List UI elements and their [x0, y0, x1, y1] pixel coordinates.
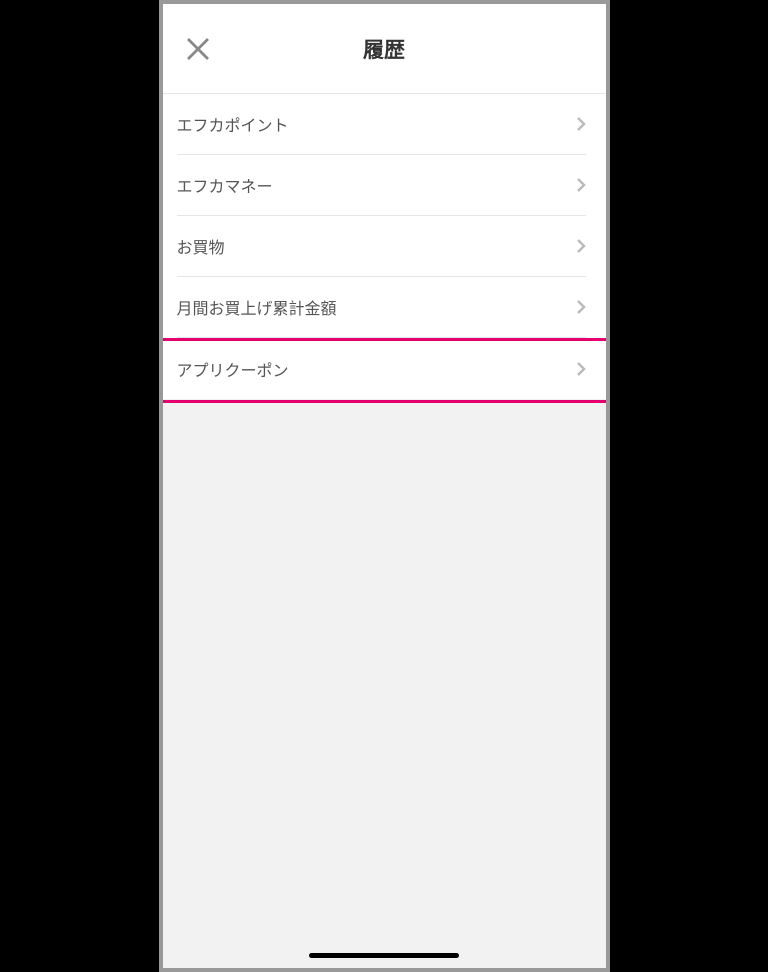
list-item-label: お買物	[177, 234, 225, 258]
chevron-right-icon	[576, 177, 586, 193]
list-item-monthly-total[interactable]: 月間お買上げ累計金額	[163, 277, 606, 338]
list-item-label: エフカポイント	[177, 112, 289, 136]
list-item-label: アプリクーポン	[177, 357, 289, 381]
list-item-efuka-money[interactable]: エフカマネー	[163, 155, 606, 216]
chevron-right-icon	[576, 299, 586, 315]
chevron-right-icon	[576, 238, 586, 254]
list-item-label: 月間お買上げ累計金額	[177, 295, 337, 319]
phone-screen: 履歴 エフカポイント エフカマネー	[163, 4, 606, 968]
list-item-app-coupon[interactable]: アプリクーポン	[163, 338, 606, 399]
page-title: 履歴	[363, 34, 405, 64]
chevron-right-icon	[576, 116, 586, 132]
list-item-shopping[interactable]: お買物	[163, 216, 606, 277]
phone-frame: 履歴 エフカポイント エフカマネー	[159, 0, 610, 972]
list-item-label: エフカマネー	[177, 173, 273, 197]
home-indicator[interactable]	[309, 953, 459, 958]
list-item-efuka-point[interactable]: エフカポイント	[163, 94, 606, 155]
close-icon	[183, 34, 213, 64]
close-button[interactable]	[181, 32, 215, 66]
history-list: エフカポイント エフカマネー お買物	[163, 94, 606, 399]
chevron-right-icon	[576, 361, 586, 377]
header: 履歴	[163, 4, 606, 94]
